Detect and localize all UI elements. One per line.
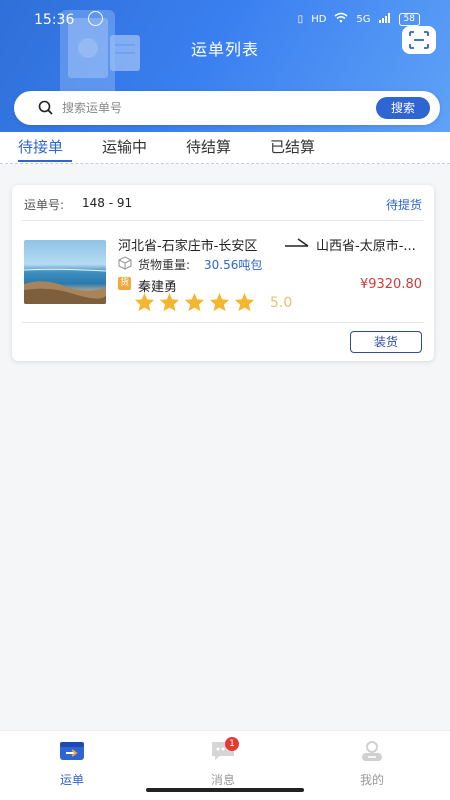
tab-settled[interactable]: 已结算 <box>270 136 315 157</box>
nav-item-profile[interactable]: 我的 <box>342 739 402 788</box>
nav-label-waybill: 运单 <box>59 773 84 787</box>
hd-label: HD <box>311 13 327 25</box>
waybill-icon <box>60 742 84 760</box>
star-icon <box>184 292 205 312</box>
destination-address: 山西省-太原市-... <box>316 239 416 254</box>
star-icon <box>134 292 155 312</box>
search-button[interactable]: 搜索 <box>376 97 430 119</box>
wifi-icon <box>334 12 348 26</box>
nav-label-messages: 消息 <box>210 773 235 787</box>
load-cargo-button[interactable]: 装货 <box>350 331 422 353</box>
weight-label: 货物重量: <box>138 258 191 272</box>
vibrate-icon: ▯ <box>297 13 304 25</box>
star-icon <box>209 292 230 312</box>
status-icons: ▯ HD 5G 58 <box>298 12 420 26</box>
nav-item-messages[interactable]: 1 消息 <box>193 737 253 788</box>
search-icon <box>38 100 53 115</box>
notification-icon <box>88 11 103 26</box>
nav-item-waybill[interactable]: 运单 <box>42 739 102 788</box>
route-arrow-icon <box>285 238 309 247</box>
order-price: ¥9320.80 <box>359 277 422 292</box>
search-input[interactable] <box>62 97 362 119</box>
search-bar: 搜索 <box>14 91 440 125</box>
order-tabs: 待接单 运输中 待结算 已结算 <box>0 132 450 164</box>
battery-icon: 58 <box>398 12 420 26</box>
rating-stars <box>134 292 255 312</box>
cargo-image <box>24 240 106 304</box>
active-tab-indicator <box>18 160 72 162</box>
rating-value: 5.0 <box>270 295 293 311</box>
order-card[interactable]: 运单号: 148 - 91 待提货 河北省-石家庄市-长安区 山西省-太原市-.… <box>12 185 434 361</box>
page-title: 运单列表 <box>190 40 259 59</box>
scan-icon <box>409 31 429 49</box>
star-icon <box>159 292 180 312</box>
order-number-label: 运单号: <box>24 198 65 212</box>
network-label: 5G <box>356 13 371 25</box>
tab-in-transit[interactable]: 运输中 <box>102 136 147 157</box>
order-status: 待提货 <box>385 198 422 212</box>
star-icon <box>234 292 255 312</box>
home-indicator[interactable] <box>146 788 304 792</box>
card-divider <box>22 220 424 221</box>
tab-pending-accept[interactable]: 待接单 <box>18 136 63 157</box>
weight-value: 30.56吨包 <box>204 258 263 272</box>
signal-icon <box>378 12 391 26</box>
driver-badge: 货 <box>118 277 131 290</box>
header: 15:36 ▯ HD 5G 58 运单列表 搜索运单号 搜索 <box>0 0 450 132</box>
origin-address: 河北省-石家庄市-长安区 <box>118 239 258 254</box>
nav-label-profile: 我的 <box>359 773 384 787</box>
tab-pending-settlement[interactable]: 待结算 <box>186 136 231 157</box>
status-bar: 15:36 ▯ HD 5G 58 <box>0 0 450 38</box>
order-number: 148 - 91 <box>82 196 133 210</box>
package-icon <box>118 256 132 270</box>
scan-button[interactable] <box>402 26 436 54</box>
profile-icon <box>362 741 382 761</box>
card-divider <box>22 322 424 323</box>
status-time: 15:36 <box>34 12 75 28</box>
message-badge: 1 <box>225 737 239 751</box>
